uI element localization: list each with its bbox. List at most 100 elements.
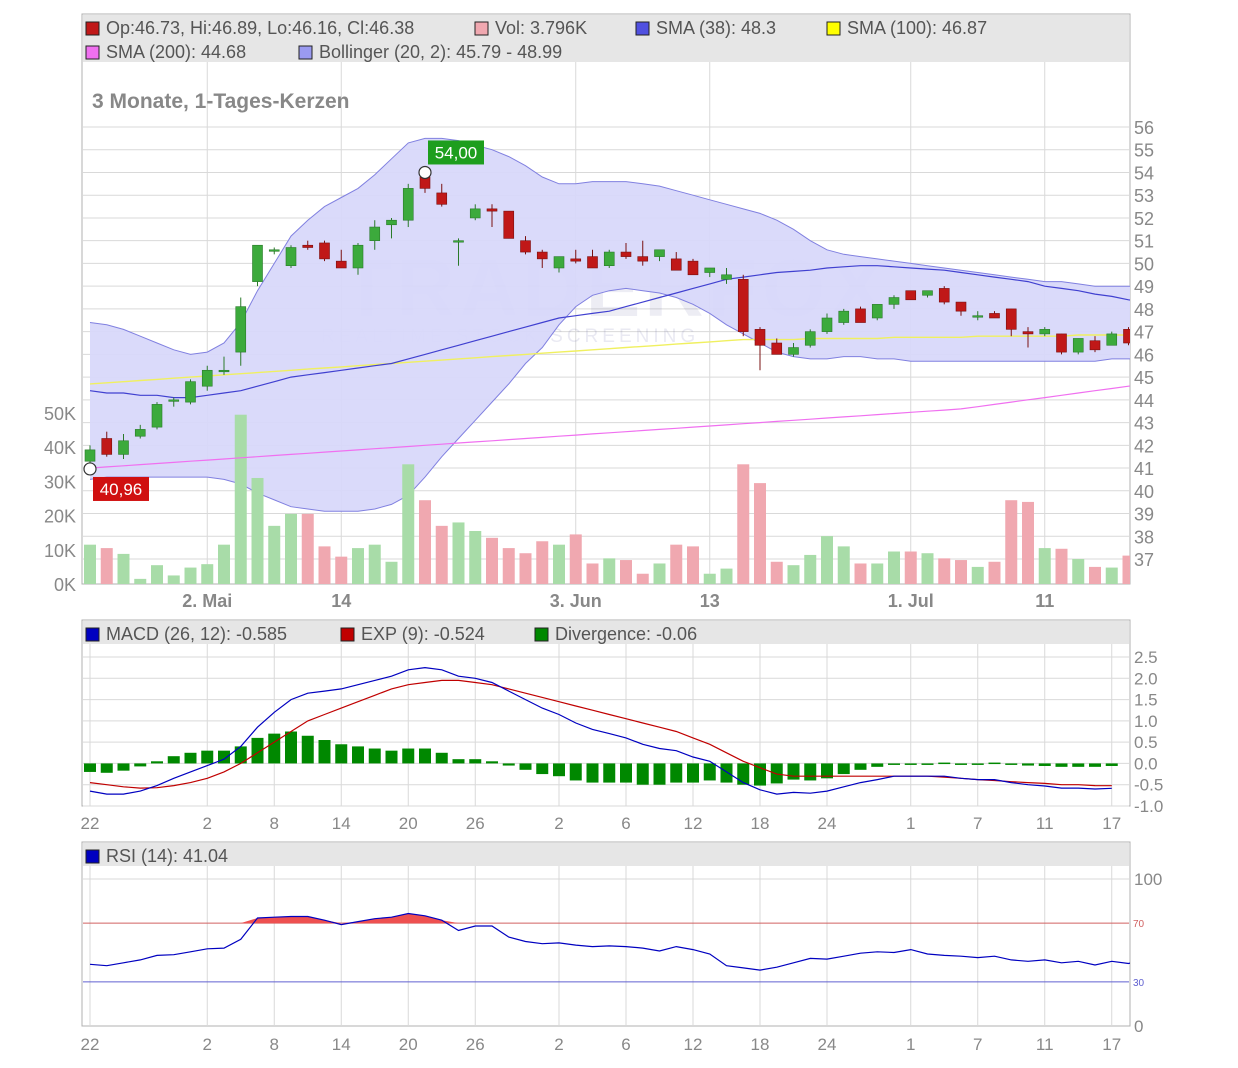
divergence-bar xyxy=(469,759,482,764)
candle xyxy=(1106,331,1118,346)
volume-bar xyxy=(586,563,599,584)
candle-body xyxy=(453,240,464,243)
price-tick-label: 47 xyxy=(1134,323,1154,343)
volume-bar xyxy=(385,561,398,584)
candle-body xyxy=(319,242,330,260)
price-tick-label: 48 xyxy=(1134,300,1154,320)
volume-bar xyxy=(435,525,448,584)
chart-canvas: Op:46.73, Hi:46.89, Lo:46.16, Cl:46.38 Vo… xyxy=(44,13,1163,1054)
high-marker xyxy=(418,165,432,180)
volume-bar xyxy=(218,544,230,584)
date-tick-label: 14 xyxy=(332,814,351,833)
divergence-bar xyxy=(1038,763,1051,766)
volume-bar xyxy=(837,546,850,584)
candle-body xyxy=(134,429,146,437)
volume-bar xyxy=(285,513,297,584)
rsi-axis: 100 0 70 30 xyxy=(1133,870,1162,1036)
candle-body xyxy=(536,251,548,260)
legend-label: Divergence: -0.06 xyxy=(555,624,697,644)
legend-label: MACD (26, 12): -0.585 xyxy=(106,624,287,644)
price-tick-label: 53 xyxy=(1134,186,1154,206)
divergence-bar xyxy=(871,763,884,767)
macd-tick-label: -1.0 xyxy=(1134,797,1163,816)
date-tick-label: 6 xyxy=(621,814,630,833)
volume-bar xyxy=(670,544,683,584)
candle-body xyxy=(402,188,414,221)
legend-label: SMA (38): 48.3 xyxy=(656,18,776,38)
volume-bar xyxy=(452,522,465,584)
rsi-panel-frame xyxy=(81,841,1131,1027)
volume-bar xyxy=(368,544,381,584)
divergence-bar xyxy=(318,740,331,764)
date-tick-label: 2 xyxy=(203,814,212,833)
price-tick-label: 43 xyxy=(1134,414,1154,434)
date-tick-label: 1. Jul xyxy=(888,591,934,611)
price-tick-label: 38 xyxy=(1134,527,1154,547)
divergence-bar xyxy=(100,763,113,773)
volume-tick-label: 50K xyxy=(44,404,76,424)
volume-bar xyxy=(1055,548,1068,584)
volume-bar xyxy=(787,565,800,584)
candle-body xyxy=(721,274,732,280)
legend-label: Vol: 3.796K xyxy=(495,18,587,38)
candle-body xyxy=(520,240,531,253)
volume-bar xyxy=(553,544,565,584)
candle-body xyxy=(1106,333,1118,346)
legend-swatch xyxy=(534,627,549,642)
candle-body xyxy=(788,347,799,355)
macd-panel: MACD (26, 12): -0.585 EXP (9): -0.524 Dive… xyxy=(81,619,1163,833)
macd-date-axis: 22 2 8 14 20 26 2 6 12 18 24 1 7 11 17 xyxy=(81,814,1122,833)
volume-bar xyxy=(971,566,984,584)
rsi-panel: RSI (14): 41.04 10007030 22 2 8 14 20 26 2 6 12 1… xyxy=(81,841,1162,1054)
divergence-bar xyxy=(837,763,850,775)
divergence-bar xyxy=(301,735,314,764)
volume-bar xyxy=(301,513,314,584)
divergence-bar xyxy=(536,763,549,775)
volume-bar xyxy=(737,464,750,584)
price-tick-label: 46 xyxy=(1134,345,1154,365)
rsi-legend: RSI (14): 41.04 xyxy=(85,846,228,866)
candle-body xyxy=(1022,331,1034,335)
divergence-bar xyxy=(971,763,984,765)
volume-bar xyxy=(268,525,281,584)
macd-legend: MACD (26, 12): -0.585 EXP (9): -0.524 Dive… xyxy=(85,624,697,644)
divergence-bar xyxy=(1005,763,1018,765)
date-tick-label: 18 xyxy=(751,1035,770,1054)
date-tick-label: 1 xyxy=(906,1035,915,1054)
divergence-bar xyxy=(151,761,163,764)
candle xyxy=(905,290,917,301)
date-tick-label: 11 xyxy=(1035,591,1054,611)
volume-bar xyxy=(486,537,498,584)
legend-label: SMA (100): 46.87 xyxy=(847,18,987,38)
candle-body xyxy=(855,308,866,323)
date-tick-label: 17 xyxy=(1102,1035,1121,1054)
volume-bar xyxy=(184,567,197,584)
candle xyxy=(603,249,615,268)
volume-bar xyxy=(921,553,934,584)
divergence-bar xyxy=(620,763,632,783)
price-date-axis: 2. Mai 14 3. Jun 13 1. Jul 11 xyxy=(182,591,1054,611)
volume-bar xyxy=(603,558,616,584)
divergence-bar xyxy=(268,733,281,764)
volume-bar xyxy=(167,575,180,584)
candle-body xyxy=(1089,340,1101,351)
legend-swatch xyxy=(340,627,355,642)
date-tick-label: 8 xyxy=(270,814,279,833)
price-axis: 5655545352515049484746454443424140393837 xyxy=(1134,118,1154,570)
volume-bar xyxy=(318,546,331,584)
date-tick-label: 2 xyxy=(554,1035,563,1054)
price-tick-label: 42 xyxy=(1134,436,1154,456)
divergence-bar xyxy=(184,752,197,764)
volume-bar xyxy=(201,564,214,584)
price-tick-label: 39 xyxy=(1134,505,1154,525)
price-tick-label: 40 xyxy=(1134,482,1154,502)
divergence-bar xyxy=(1022,763,1034,766)
divergence-bar xyxy=(603,763,616,783)
date-tick-label: 2 xyxy=(554,814,563,833)
candle-body xyxy=(687,260,699,276)
divergence-bar xyxy=(687,763,699,783)
candle xyxy=(319,240,330,262)
candle-body xyxy=(218,369,230,373)
date-tick-label: 14 xyxy=(331,591,351,611)
candle-body xyxy=(888,297,900,305)
